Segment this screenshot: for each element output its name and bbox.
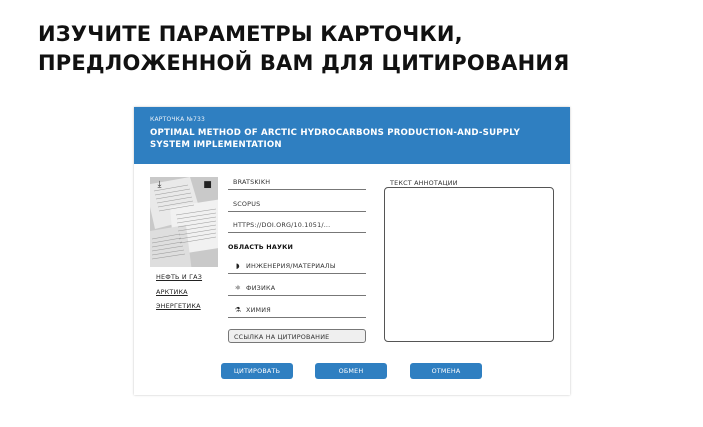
tag-oil-gas[interactable]: НЕФТЬ И ГАЗ bbox=[156, 273, 202, 281]
gear-icon: ◗ bbox=[236, 262, 240, 270]
paper-thumbnail: ⤓ ■ bbox=[150, 177, 218, 267]
page-heading: ИЗУЧИТЕ ПАРАМЕТРЫ КАРТОЧКИ, ПРЕДЛОЖЕННОЙ… bbox=[38, 20, 570, 78]
citation-card: КАРТОЧКА №733 OPTIMAL METHOD OF ARCTIC H… bbox=[134, 107, 570, 395]
card-header: КАРТОЧКА №733 OPTIMAL METHOD OF ARCTIC H… bbox=[134, 107, 570, 164]
flask-icon: ⚗ bbox=[234, 306, 242, 314]
database-field: SCOPUS bbox=[228, 199, 366, 212]
science-area-item: ⚛ ФИЗИКА bbox=[228, 283, 366, 296]
bookmark-icon[interactable]: ■ bbox=[202, 180, 213, 191]
exchange-button[interactable]: ОБМЕН bbox=[315, 363, 387, 379]
card-number: КАРТОЧКА №733 bbox=[150, 116, 206, 123]
atom-icon: ⚛ bbox=[234, 284, 242, 292]
heading-line-2: ПРЕДЛОЖЕННОЙ ВАМ ДЛЯ ЦИТИРОВАНИЯ bbox=[38, 51, 570, 75]
science-area-item: ◗ ИНЖЕНЕРИЯ/МАТЕРИАЛЫ bbox=[228, 261, 366, 274]
science-area-item: ⚗ ХИМИЯ bbox=[228, 305, 366, 318]
science-area-label: ОБЛАСТЬ НАУКИ bbox=[228, 243, 294, 251]
tag-arctic[interactable]: АРКТИКА bbox=[156, 288, 188, 296]
tag-energy[interactable]: ЭНЕРГЕТИКА bbox=[156, 302, 201, 310]
cancel-button[interactable]: ОТМЕНА bbox=[410, 363, 482, 379]
citation-link-field[interactable]: ССЫЛКА НА ЦИТИРОВАНИЕ bbox=[228, 329, 366, 343]
author-field: BRATSKIKH bbox=[228, 177, 366, 190]
science-area-label-text: ИНЖЕНЕРИЯ/МАТЕРИАЛЫ bbox=[246, 262, 336, 270]
card-title: OPTIMAL METHOD OF ARCTIC HYDROCARBONS PR… bbox=[150, 128, 521, 150]
annotation-textbox[interactable] bbox=[384, 187, 554, 342]
download-icon[interactable]: ⤓ bbox=[154, 180, 165, 191]
annotation-label: ТЕКСТ АННОТАЦИИ bbox=[390, 179, 458, 187]
science-area-label-text: ХИМИЯ bbox=[246, 306, 271, 314]
cite-button[interactable]: ЦИТИРОВАТЬ bbox=[221, 363, 293, 379]
science-area-label-text: ФИЗИКА bbox=[246, 284, 276, 292]
doi-field[interactable]: HTTPS://DOI.ORG/10.1051/... bbox=[228, 220, 366, 233]
heading-line-1: ИЗУЧИТЕ ПАРАМЕТРЫ КАРТОЧКИ, bbox=[38, 22, 463, 46]
